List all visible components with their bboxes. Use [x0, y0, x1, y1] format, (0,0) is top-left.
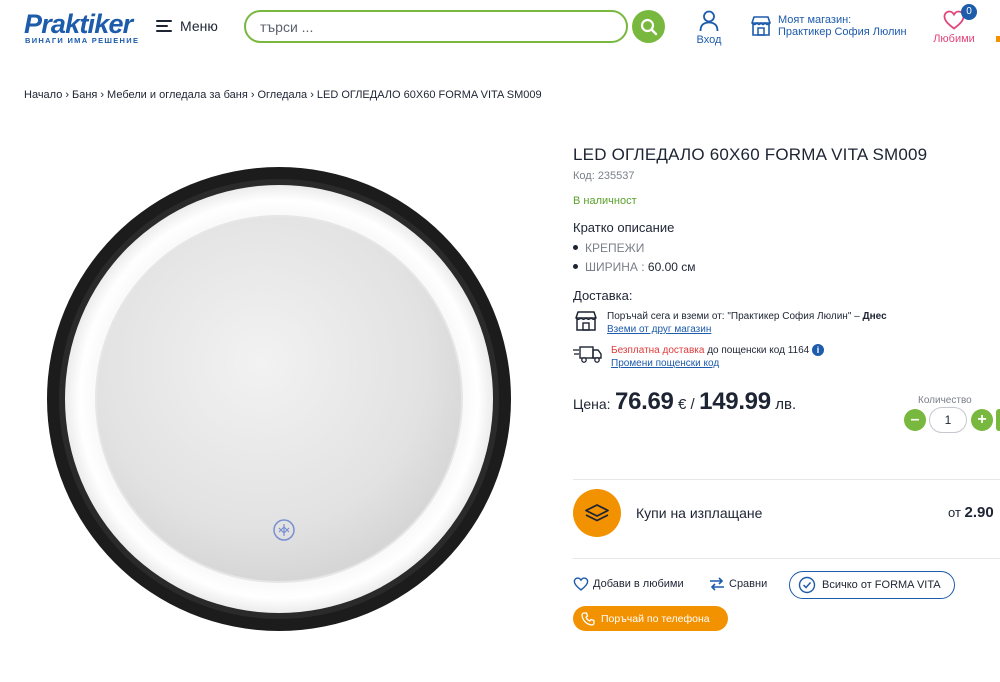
- free-delivery-text: до пощенски код 1164: [704, 345, 810, 356]
- change-postcode-link[interactable]: Промени пощенски код: [611, 358, 719, 369]
- product-title: LED ОГЛЕДАЛО 60X60 FORMA VITA SM009: [573, 145, 928, 164]
- compare-button[interactable]: Сравни: [709, 577, 767, 591]
- divider: [573, 558, 1000, 559]
- cart-icon[interactable]: [996, 36, 1000, 42]
- quantity-label: Количество: [918, 395, 972, 406]
- chevron-right-icon: ›: [100, 89, 105, 101]
- layers-icon: [573, 489, 621, 537]
- quantity-increase-button[interactable]: +: [971, 409, 993, 431]
- price-eur: 76.69: [615, 388, 674, 415]
- installment-button[interactable]: Купи на изплащане от 2.90: [573, 489, 1000, 537]
- free-delivery-label: Безплатна доставка: [611, 345, 705, 356]
- user-icon: [699, 10, 719, 32]
- site-header: Praktiker ВИНАГИ ИМА РЕШЕНИЕ Меню Вход: [0, 0, 1000, 56]
- store-label: Моят магазин:: [778, 14, 852, 26]
- add-to-cart-button[interactable]: [996, 409, 1000, 431]
- my-store-link[interactable]: Моят магазин: Практикер София Люлин: [750, 14, 907, 38]
- menu-button[interactable]: Меню: [156, 16, 218, 36]
- delivery-truck-icon: [573, 346, 602, 363]
- bullet-icon: [573, 245, 578, 251]
- compare-arrows-icon: [710, 577, 724, 591]
- breadcrumb-item[interactable]: Мебели и огледала за баня: [107, 89, 248, 101]
- pickup-when: Днес: [862, 311, 887, 322]
- heart-icon: [573, 577, 589, 591]
- praktiker-logo[interactable]: Praktiker ВИНАГИ ИМА РЕШЕНИЕ: [24, 9, 142, 45]
- add-to-favorites-label: Добави в любими: [593, 578, 684, 590]
- search-box: [244, 10, 628, 43]
- search-button[interactable]: [632, 10, 665, 43]
- mirror-illustration: [47, 167, 511, 631]
- price-bgn-symbol: лв.: [775, 396, 797, 413]
- search-input[interactable]: [246, 12, 626, 41]
- breadcrumb-item[interactable]: Огледала: [257, 89, 307, 101]
- search-icon: [640, 18, 657, 35]
- login-link[interactable]: Вход: [694, 10, 724, 46]
- badge-icon: [798, 576, 816, 594]
- installment-from-value: 2.90: [964, 504, 994, 521]
- logo-tagline: ВИНАГИ ИМА РЕШЕНИЕ: [25, 36, 140, 45]
- all-from-brand-label: Всичко от FORMA VITA: [822, 579, 941, 591]
- all-from-brand-button[interactable]: Всичко от FORMA VITA: [789, 571, 955, 599]
- logo-text: Praktiker: [24, 9, 133, 39]
- breadcrumb-item[interactable]: Начало: [24, 89, 62, 101]
- stock-status: В наличност: [573, 195, 637, 207]
- installment-label: Купи на изплащане: [636, 505, 763, 521]
- info-icon[interactable]: i: [812, 344, 825, 357]
- product-sku: Код: 235537: [573, 170, 635, 182]
- login-label: Вход: [696, 34, 722, 46]
- divider: [573, 479, 1000, 480]
- price-label: Цена:: [573, 396, 611, 412]
- product-image[interactable]: [40, 160, 518, 638]
- breadcrumb-current: LED ОГЛЕДАЛО 60X60 FORMA VITA SM009: [316, 89, 542, 101]
- short-description-title: Кратко описание: [573, 220, 675, 235]
- order-by-phone-button[interactable]: Поръчай по телефона: [573, 606, 728, 631]
- favorites-count-badge: 0: [961, 4, 977, 20]
- bullet-icon: [573, 264, 578, 270]
- quantity-decrease-button[interactable]: –: [904, 409, 926, 431]
- shipping-row: Безплатна доставка до пощенски код 1164 …: [573, 344, 825, 370]
- price-eur-symbol: € /: [678, 396, 695, 413]
- delivery-title: Доставка:: [573, 288, 633, 303]
- pickup-row: Поръчай сега и вземи от: "Практикер Софи…: [573, 310, 887, 336]
- other-store-link[interactable]: Вземи от друг магазин: [607, 324, 711, 335]
- spec-key: ШИРИНА :: [585, 260, 645, 274]
- spec-value: 60.00 см: [644, 260, 696, 274]
- order-by-phone-label: Поръчай по телефона: [601, 612, 710, 625]
- store-icon: [751, 16, 771, 36]
- quantity-input[interactable]: 1: [929, 407, 967, 433]
- price-bgn: 149.99: [699, 388, 771, 415]
- hamburger-icon: [156, 20, 172, 32]
- store-name: Практикер София Люлин: [778, 26, 907, 38]
- chevron-right-icon: ›: [310, 89, 314, 101]
- store-icon: [575, 311, 597, 331]
- spec-item: КРЕПЕЖИ: [573, 241, 644, 255]
- chevron-right-icon: ›: [65, 89, 69, 101]
- pickup-text: Поръчай сега и вземи от: "Практикер Софи…: [607, 311, 863, 322]
- breadcrumb: Начало › Баня › Мебели и огледала за баня › Ог…: [24, 89, 542, 101]
- installment-from: от 2.90: [948, 504, 994, 521]
- installment-from-prefix: от: [948, 505, 961, 520]
- breadcrumb-item[interactable]: Баня: [72, 89, 97, 101]
- compare-label: Сравни: [729, 578, 768, 590]
- phone-icon: [581, 611, 595, 626]
- add-to-favorites-button[interactable]: Добави в любими: [573, 577, 684, 591]
- spec-key: КРЕПЕЖИ: [585, 241, 645, 255]
- menu-label: Меню: [180, 18, 218, 34]
- chevron-right-icon: ›: [250, 89, 255, 101]
- price-block: Цена: 76.69 € / 149.99 лв.: [573, 388, 796, 416]
- spec-item: ШИРИНА : 60.00 см: [573, 260, 696, 274]
- favorites-label: Любими: [933, 33, 975, 45]
